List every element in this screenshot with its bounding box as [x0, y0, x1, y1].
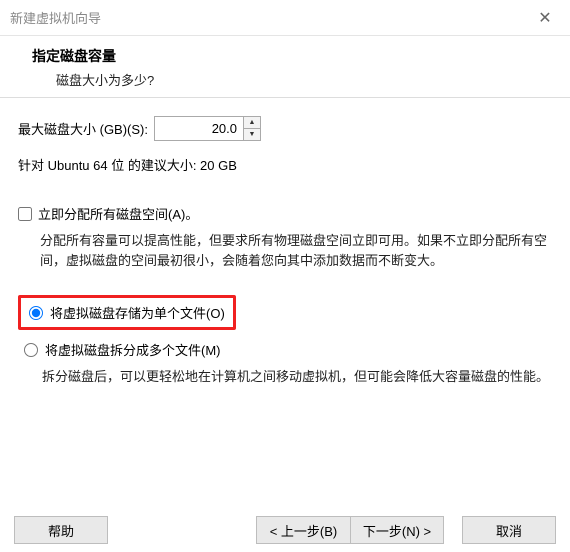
disk-size-input[interactable] [155, 117, 243, 140]
disk-size-spinner[interactable]: ▲ ▼ [154, 116, 261, 141]
disk-file-radio-group: 将虚拟磁盘存储为单个文件(O) 将虚拟磁盘拆分成多个文件(M) 拆分磁盘后，可以… [18, 295, 552, 387]
split-files-radio[interactable] [24, 343, 38, 357]
recommended-size-label: 针对 Ubuntu 64 位 的建议大小: 20 GB [18, 155, 552, 174]
disk-size-row: 最大磁盘大小 (GB)(S): ▲ ▼ [18, 116, 552, 141]
window-title: 新建虚拟机向导 [10, 8, 101, 27]
allocate-now-desc: 分配所有容量可以提高性能，但要求所有物理磁盘空间立即可用。如果不立即分配所有空间… [40, 231, 552, 271]
nav-button-group: < 上一步(B) 下一步(N) > [256, 516, 444, 544]
close-icon[interactable]: ✕ [530, 8, 560, 28]
titlebar: 新建虚拟机向导 ✕ [0, 0, 570, 36]
store-single-file-row[interactable]: 将虚拟磁盘存储为单个文件(O) [29, 303, 225, 322]
spinner-down-icon[interactable]: ▼ [244, 129, 260, 140]
allocate-now-checkbox-row[interactable]: 立即分配所有磁盘空间(A)。 [18, 204, 552, 223]
cancel-button[interactable]: 取消 [462, 516, 556, 544]
help-button[interactable]: 帮助 [14, 516, 108, 544]
split-files-row[interactable]: 将虚拟磁盘拆分成多个文件(M) [18, 336, 552, 363]
spinner-up-icon[interactable]: ▲ [244, 117, 260, 129]
page-title: 指定磁盘容量 [32, 46, 550, 66]
allocate-now-checkbox[interactable] [18, 207, 32, 221]
page-subtitle: 磁盘大小为多少? [56, 70, 550, 89]
split-files-desc: 拆分磁盘后，可以更轻松地在计算机之间移动虚拟机，但可能会降低大容量磁盘的性能。 [42, 367, 552, 387]
highlight-box: 将虚拟磁盘存储为单个文件(O) [18, 295, 236, 330]
disk-size-label: 最大磁盘大小 (GB)(S): [18, 119, 148, 138]
wizard-header: 指定磁盘容量 磁盘大小为多少? [0, 36, 570, 98]
spinner-arrows: ▲ ▼ [243, 117, 260, 140]
wizard-footer: 帮助 < 上一步(B) 下一步(N) > 取消 [0, 508, 570, 552]
next-button[interactable]: 下一步(N) > [350, 516, 444, 544]
store-single-file-radio[interactable] [29, 306, 43, 320]
wizard-content: 最大磁盘大小 (GB)(S): ▲ ▼ 针对 Ubuntu 64 位 的建议大小… [0, 98, 570, 387]
store-single-file-label: 将虚拟磁盘存储为单个文件(O) [50, 303, 225, 322]
allocate-now-label: 立即分配所有磁盘空间(A)。 [38, 204, 198, 223]
back-button[interactable]: < 上一步(B) [256, 516, 350, 544]
split-files-label: 将虚拟磁盘拆分成多个文件(M) [45, 340, 221, 359]
